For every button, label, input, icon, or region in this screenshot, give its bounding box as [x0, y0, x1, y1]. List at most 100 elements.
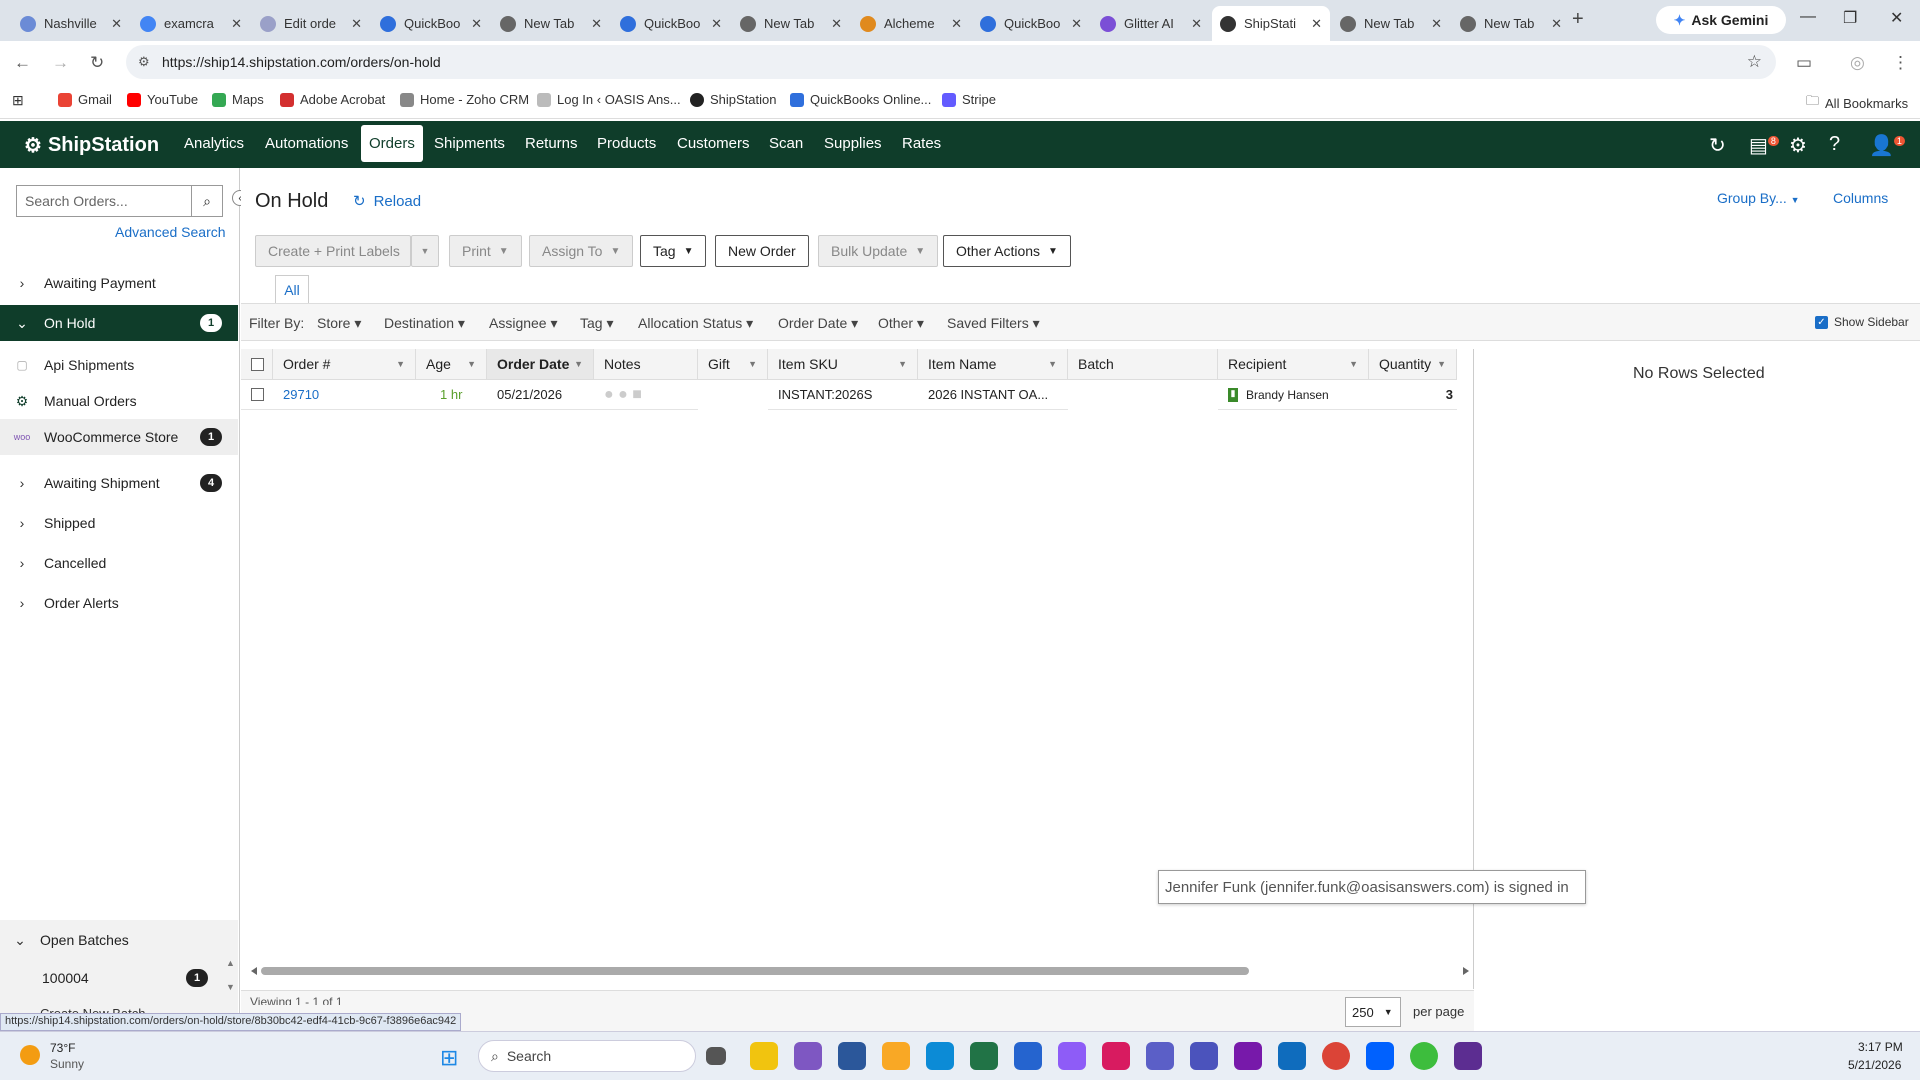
- all-bookmarks[interactable]: 🗀 All Bookmarks: [1806, 92, 1908, 114]
- filter-destination[interactable]: Destination ▾: [384, 315, 465, 332]
- bookmark-adobe[interactable]: Adobe Acrobat: [280, 92, 385, 107]
- close-tab-icon[interactable]: ✕: [471, 16, 482, 32]
- excel-icon[interactable]: [970, 1042, 998, 1070]
- back-icon[interactable]: ←: [14, 53, 31, 73]
- batch-item[interactable]: 100004 1: [0, 960, 238, 996]
- header-item-name[interactable]: Item Name ▼: [918, 349, 1068, 380]
- close-tab-icon[interactable]: ✕: [1551, 16, 1562, 32]
- ask-gemini-button[interactable]: ✦ Ask Gemini: [1656, 6, 1786, 34]
- nav-supplies[interactable]: Supplies: [824, 135, 882, 152]
- forward-icon[interactable]: →: [52, 53, 69, 73]
- search-orders-input[interactable]: Search Orders...: [16, 185, 192, 217]
- nav-customers[interactable]: Customers: [677, 135, 750, 152]
- bookmark-oasis[interactable]: Log In ‹ OASIS Ans...: [537, 92, 681, 107]
- bookmark-star-icon[interactable]: ☆: [1747, 52, 1762, 72]
- task-view-icon[interactable]: [706, 1047, 726, 1065]
- refresh-icon[interactable]: ↻: [1709, 133, 1726, 158]
- url-field[interactable]: ⚙ https://ship14.shipstation.com/orders/…: [126, 45, 1776, 79]
- app-icon[interactable]: [1454, 1042, 1482, 1070]
- browser-tab[interactable]: Glitter AI ✕: [1092, 6, 1210, 41]
- header-batch[interactable]: Batch: [1068, 349, 1218, 380]
- new-order-button[interactable]: New Order: [715, 235, 809, 267]
- help-icon[interactable]: ?: [1829, 133, 1840, 156]
- filter-tag[interactable]: Tag ▾: [580, 315, 614, 332]
- nav-orders[interactable]: Orders: [361, 125, 423, 162]
- copilot-icon[interactable]: [794, 1042, 822, 1070]
- apps-grid-icon[interactable]: ⊞: [12, 92, 24, 109]
- teams-work-icon[interactable]: [1190, 1042, 1218, 1070]
- select-all-checkbox[interactable]: [241, 349, 273, 380]
- browser-tab[interactable]: QuickBoo ✕: [612, 6, 730, 41]
- settings-gear-icon[interactable]: ⚙: [1789, 133, 1807, 158]
- taskbar-search[interactable]: ⌕ Search: [478, 1040, 696, 1072]
- sidebar-item-order-alerts[interactable]: › Order Alerts: [0, 585, 238, 621]
- close-tab-icon[interactable]: ✕: [231, 16, 242, 32]
- advanced-search-link[interactable]: Advanced Search: [115, 224, 226, 240]
- bookmark-youtube[interactable]: YouTube: [127, 92, 198, 107]
- profile-icon[interactable]: ◎: [1850, 53, 1865, 73]
- header-order-date[interactable]: Order Date ▼: [487, 349, 594, 380]
- maximize-icon[interactable]: ❐: [1843, 8, 1857, 28]
- open-batches-toggle[interactable]: ⌄ Open Batches: [0, 922, 238, 958]
- browser-tab[interactable]: ShipStati ✕: [1212, 6, 1330, 41]
- word-icon[interactable]: [838, 1042, 866, 1070]
- clipchamp-icon[interactable]: [1058, 1042, 1086, 1070]
- cast-icon[interactable]: ▭: [1796, 53, 1812, 73]
- shipstation-logo[interactable]: ⚙ ShipStation: [24, 133, 159, 158]
- create-print-labels-caret[interactable]: ▼: [411, 235, 439, 267]
- minimize-icon[interactable]: —: [1800, 8, 1816, 26]
- windows-start-icon[interactable]: ⊞: [440, 1045, 458, 1071]
- clock-time[interactable]: 3:17 PM: [1858, 1040, 1903, 1054]
- outlook-icon[interactable]: [1278, 1042, 1306, 1070]
- sidebar-item-cancelled[interactable]: › Cancelled: [0, 545, 238, 581]
- bulk-update-button[interactable]: Bulk Update ▼: [818, 235, 939, 267]
- bookmark-quickbooks[interactable]: QuickBooks Online...: [790, 92, 931, 107]
- chrome-icon[interactable]: [1322, 1042, 1350, 1070]
- other-actions-button[interactable]: Other Actions ▼: [943, 235, 1071, 267]
- clock-date[interactable]: 5/21/2026: [1848, 1058, 1901, 1072]
- close-tab-icon[interactable]: ✕: [351, 16, 362, 32]
- browser-tab[interactable]: New Tab ✕: [732, 6, 850, 41]
- nav-automations[interactable]: Automations: [265, 135, 348, 152]
- sidebar-item-awaiting-shipment[interactable]: › Awaiting Shipment 4: [0, 465, 238, 501]
- filter-allocation-status[interactable]: Allocation Status ▾: [638, 315, 753, 332]
- browser-tab[interactable]: examcra ✕: [132, 6, 250, 41]
- nav-rates[interactable]: Rates: [902, 135, 941, 152]
- filter-store[interactable]: Store ▾: [317, 315, 361, 332]
- tag-button[interactable]: Tag ▼: [640, 235, 707, 267]
- close-tab-icon[interactable]: ✕: [1191, 16, 1202, 32]
- reload-button[interactable]: ↻ Reload: [353, 192, 421, 210]
- print-button[interactable]: Print ▼: [449, 235, 522, 267]
- refresh-icon[interactable]: ↻: [90, 53, 104, 73]
- user-icon[interactable]: 👤 1: [1869, 133, 1905, 158]
- filter-other[interactable]: Other ▾: [878, 315, 924, 332]
- browser-tab[interactable]: Alcheme ✕: [852, 6, 970, 41]
- filter-saved-filters[interactable]: Saved Filters ▾: [947, 315, 1040, 332]
- sidebar-item-api-shipments[interactable]: ▢ Api Shipments: [0, 347, 238, 383]
- close-tab-icon[interactable]: ✕: [111, 16, 122, 32]
- browser-tab[interactable]: QuickBoo ✕: [972, 6, 1090, 41]
- header-quantity[interactable]: Quantity ▼: [1369, 349, 1457, 380]
- close-tab-icon[interactable]: ✕: [591, 16, 602, 32]
- todo-icon[interactable]: [1014, 1042, 1042, 1070]
- new-tab-button[interactable]: +: [1572, 8, 1584, 31]
- close-tab-icon[interactable]: ✕: [1311, 16, 1322, 32]
- sticky-notes-icon[interactable]: [750, 1042, 778, 1070]
- close-window-icon[interactable]: ✕: [1890, 8, 1903, 28]
- header-age[interactable]: Age ▼: [416, 349, 487, 380]
- sidebar-item-on-hold[interactable]: ⌄ On Hold 1: [0, 305, 238, 341]
- shipstation-app-icon[interactable]: [1410, 1042, 1438, 1070]
- order-number-link[interactable]: 29710: [273, 380, 416, 410]
- create-print-labels-button[interactable]: Create + Print Labels: [255, 235, 411, 267]
- nav-scan[interactable]: Scan: [769, 135, 803, 152]
- sidebar-item-woocommerce[interactable]: woo WooCommerce Store 1: [0, 419, 238, 455]
- show-sidebar-toggle[interactable]: ✓ Show Sidebar: [1815, 315, 1909, 329]
- nav-analytics[interactable]: Analytics: [184, 135, 244, 152]
- search-button[interactable]: ⌕: [191, 185, 223, 217]
- close-tab-icon[interactable]: ✕: [951, 16, 962, 32]
- sidebar-item-awaiting-payment[interactable]: › Awaiting Payment: [0, 265, 238, 301]
- bookmark-zoho[interactable]: Home - Zoho CRM: [400, 92, 529, 107]
- bookmark-stripe[interactable]: Stripe: [942, 92, 996, 107]
- teams-icon[interactable]: [1146, 1042, 1174, 1070]
- header-recipient[interactable]: Recipient ▼: [1218, 349, 1369, 380]
